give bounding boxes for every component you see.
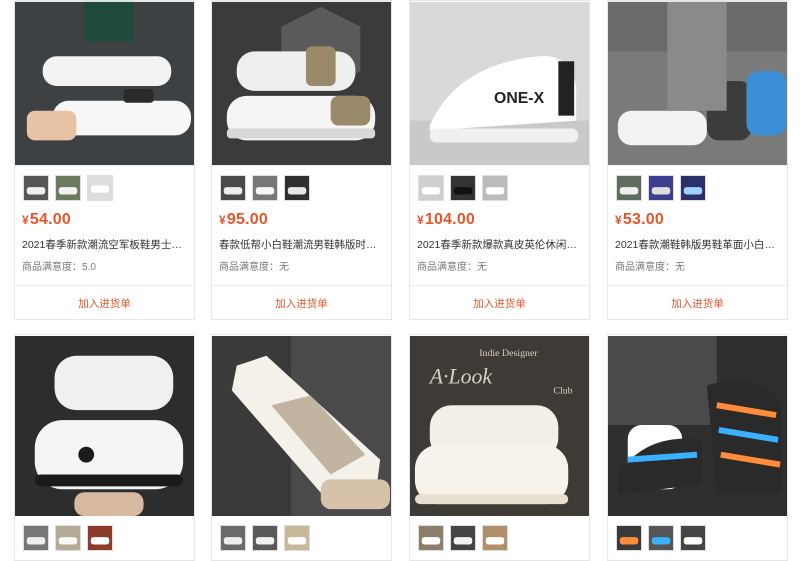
sneaker-photo-icon	[15, 1, 194, 166]
color-thumbnail[interactable]	[220, 525, 246, 551]
product-card-5[interactable]	[14, 334, 195, 561]
product-image[interactable]	[608, 1, 787, 166]
add-to-cart-button[interactable]: 加入进货单	[212, 287, 391, 319]
color-thumbnail[interactable]	[220, 175, 246, 201]
product-price: ¥104.00	[417, 211, 476, 228]
add-to-cart-button[interactable]: 加入进货单	[410, 287, 589, 319]
svg-text:A·Look: A·Look	[428, 364, 493, 388]
product-image[interactable]	[15, 335, 194, 517]
product-card-1[interactable]: ¥54.00 2021春季新款潮流空军板鞋男士休闲鞋小白鞋 商品满意度：5.0 …	[14, 0, 195, 320]
color-thumbnail[interactable]	[482, 175, 508, 201]
color-thumbnail[interactable]	[616, 525, 642, 551]
product-satisfaction: 商品满意度：无	[417, 262, 487, 273]
sneaker-photo-icon: ONE-X	[410, 1, 589, 166]
color-thumbnail[interactable]	[648, 525, 674, 551]
color-thumbnail[interactable]	[252, 525, 278, 551]
product-satisfaction: 商品满意度：无	[615, 262, 685, 273]
divider	[410, 285, 589, 286]
color-thumbnail[interactable]	[418, 525, 444, 551]
product-image[interactable]: ONE-X	[410, 1, 589, 166]
svg-text:Indie Designer: Indie Designer	[479, 348, 538, 359]
divider	[212, 285, 391, 286]
sneaker-photo-icon	[15, 336, 194, 516]
product-price: ¥53.00	[615, 211, 664, 228]
color-thumbnail[interactable]	[87, 175, 113, 201]
color-thumbnail[interactable]	[680, 525, 706, 551]
color-thumbnail[interactable]	[648, 175, 674, 201]
color-thumbnail[interactable]	[284, 175, 310, 201]
product-satisfaction: 商品满意度：5.0	[22, 262, 96, 273]
divider	[608, 285, 787, 286]
color-thumbnail[interactable]	[252, 175, 278, 201]
svg-text:Club: Club	[553, 385, 572, 396]
sneaker-photo-icon	[212, 336, 391, 516]
svg-text:ONE-X: ONE-X	[494, 90, 545, 107]
product-image[interactable]: Indie Designer A·Look Club	[410, 335, 589, 517]
color-thumbnail[interactable]	[55, 525, 81, 551]
product-image[interactable]	[15, 1, 194, 166]
product-card-4[interactable]: ¥53.00 2021春款潮鞋韩版男鞋革面小白鞋低帮板鞋 商品满意度：无 加入进…	[607, 0, 788, 320]
color-thumbnail[interactable]	[23, 525, 49, 551]
divider	[15, 285, 194, 286]
color-thumbnail[interactable]	[450, 175, 476, 201]
product-title[interactable]: 2021春季新款潮流空军板鞋男士休闲鞋小白鞋	[22, 237, 186, 252]
product-title[interactable]: 春款低帮小白鞋潮流男鞋韩版时尚板鞋	[219, 237, 383, 252]
color-thumbnail[interactable]	[284, 525, 310, 551]
product-card-3[interactable]: ONE-X ¥104.00 2021春季新款爆款真皮英伦休闲手工鞋 商品满意度：…	[409, 0, 590, 320]
color-thumbnail[interactable]	[616, 175, 642, 201]
add-to-cart-button[interactable]: 加入进货单	[608, 287, 787, 319]
color-thumbnail[interactable]	[55, 175, 81, 201]
sneaker-photo-icon	[212, 1, 391, 166]
product-price: ¥54.00	[22, 211, 71, 228]
add-to-cart-button[interactable]: 加入进货单	[15, 287, 194, 319]
product-title[interactable]: 2021春季新款爆款真皮英伦休闲手工鞋	[417, 237, 581, 252]
color-thumbnail[interactable]	[418, 175, 444, 201]
color-thumbnail[interactable]	[680, 175, 706, 201]
product-card-2[interactable]: ¥95.00 春款低帮小白鞋潮流男鞋韩版时尚板鞋 商品满意度：无 加入进货单	[211, 0, 392, 320]
color-thumbnail[interactable]	[450, 525, 476, 551]
product-card-8[interactable]	[607, 334, 788, 561]
color-thumbnail[interactable]	[482, 525, 508, 551]
product-image[interactable]	[212, 1, 391, 166]
product-image[interactable]	[608, 335, 787, 517]
product-title[interactable]: 2021春款潮鞋韩版男鞋革面小白鞋低帮板鞋	[615, 237, 779, 252]
sneaker-photo-icon: Indie Designer A·Look Club	[410, 336, 589, 516]
sneaker-photo-icon	[608, 1, 787, 166]
sneaker-photo-icon	[608, 336, 787, 516]
color-thumbnail[interactable]	[23, 175, 49, 201]
color-thumbnail[interactable]	[87, 525, 113, 551]
product-price: ¥95.00	[219, 211, 268, 228]
product-image[interactable]	[212, 335, 391, 517]
product-card-7[interactable]: Indie Designer A·Look Club	[409, 334, 590, 561]
product-satisfaction: 商品满意度：无	[219, 262, 289, 273]
product-card-6[interactable]	[211, 334, 392, 561]
